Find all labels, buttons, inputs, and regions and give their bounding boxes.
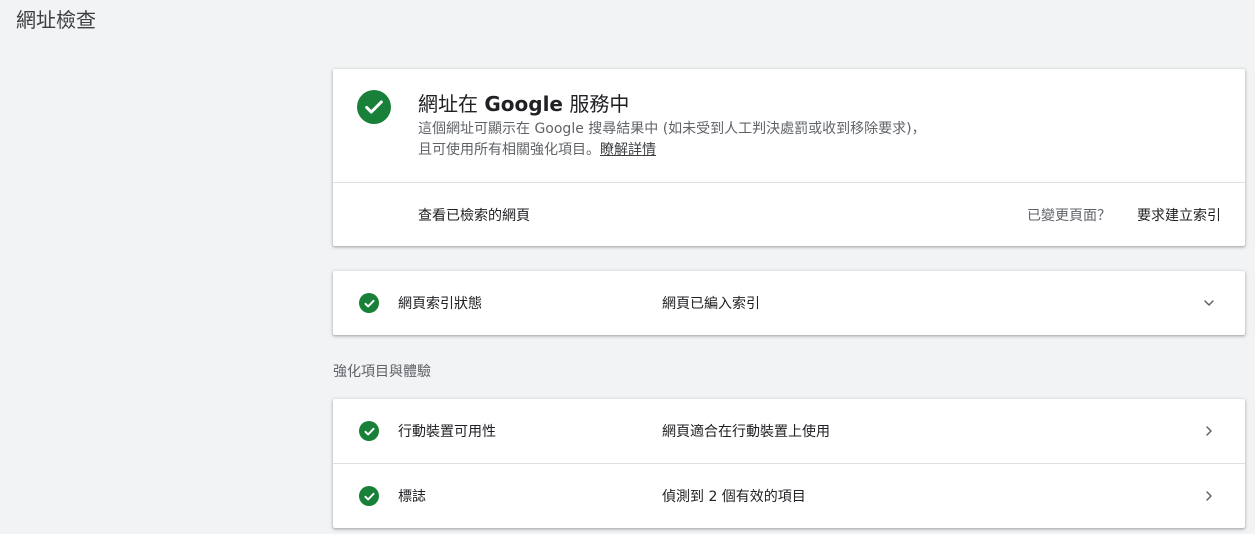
check-circle-icon bbox=[359, 293, 379, 313]
chevron-right-icon[interactable] bbox=[1199, 486, 1219, 506]
learn-more-link[interactable]: 瞭解詳情 bbox=[600, 142, 656, 158]
status-heading: 網址在 Google 服務中 bbox=[418, 92, 630, 116]
chevron-right-icon[interactable] bbox=[1199, 421, 1219, 441]
enhancements-card: 行動裝置可用性 網頁適合在行動裝置上使用 標誌 偵測到 2 個有效的項目 bbox=[333, 399, 1245, 528]
view-crawled-page-button[interactable]: 查看已檢索的網頁 bbox=[418, 205, 530, 225]
chevron-down-icon[interactable] bbox=[1199, 293, 1219, 313]
index-status-row[interactable]: 網頁索引狀態 網頁已編入索引 bbox=[333, 271, 1245, 335]
divider bbox=[333, 182, 1245, 183]
check-circle-icon bbox=[359, 486, 379, 506]
enhancement-value: 偵測到 2 個有效的項目 bbox=[662, 489, 806, 505]
list-item-logo[interactable]: 標誌 偵測到 2 個有效的項目 bbox=[333, 463, 1245, 527]
page-title: 網址檢查 bbox=[16, 8, 96, 32]
check-circle-icon bbox=[359, 421, 379, 441]
list-item-mobile-usability[interactable]: 行動裝置可用性 網頁適合在行動裝置上使用 bbox=[333, 399, 1245, 463]
status-description: 這個網址可顯示在 Google 搜尋結果中 (如未受到人工判決處罰或收到移除要求… bbox=[418, 121, 926, 158]
enhancements-section-title: 強化項目與體驗 bbox=[333, 364, 431, 380]
page-changed-label: 已變更頁面？ bbox=[1027, 208, 1111, 224]
index-status-card[interactable]: 網頁索引狀態 網頁已編入索引 bbox=[333, 271, 1245, 335]
index-status-value: 網頁已編入索引 bbox=[662, 296, 760, 312]
url-status-card: 網址在 Google 服務中 這個網址可顯示在 Google 搜尋結果中 (如未… bbox=[333, 69, 1245, 246]
check-circle-icon bbox=[357, 90, 391, 124]
request-indexing-button[interactable]: 要求建立索引 bbox=[1137, 205, 1221, 225]
enhancement-value: 網頁適合在行動裝置上使用 bbox=[662, 424, 830, 440]
enhancement-label: 標誌 bbox=[398, 489, 426, 505]
enhancement-label: 行動裝置可用性 bbox=[398, 424, 496, 440]
index-status-label: 網頁索引狀態 bbox=[398, 296, 482, 312]
